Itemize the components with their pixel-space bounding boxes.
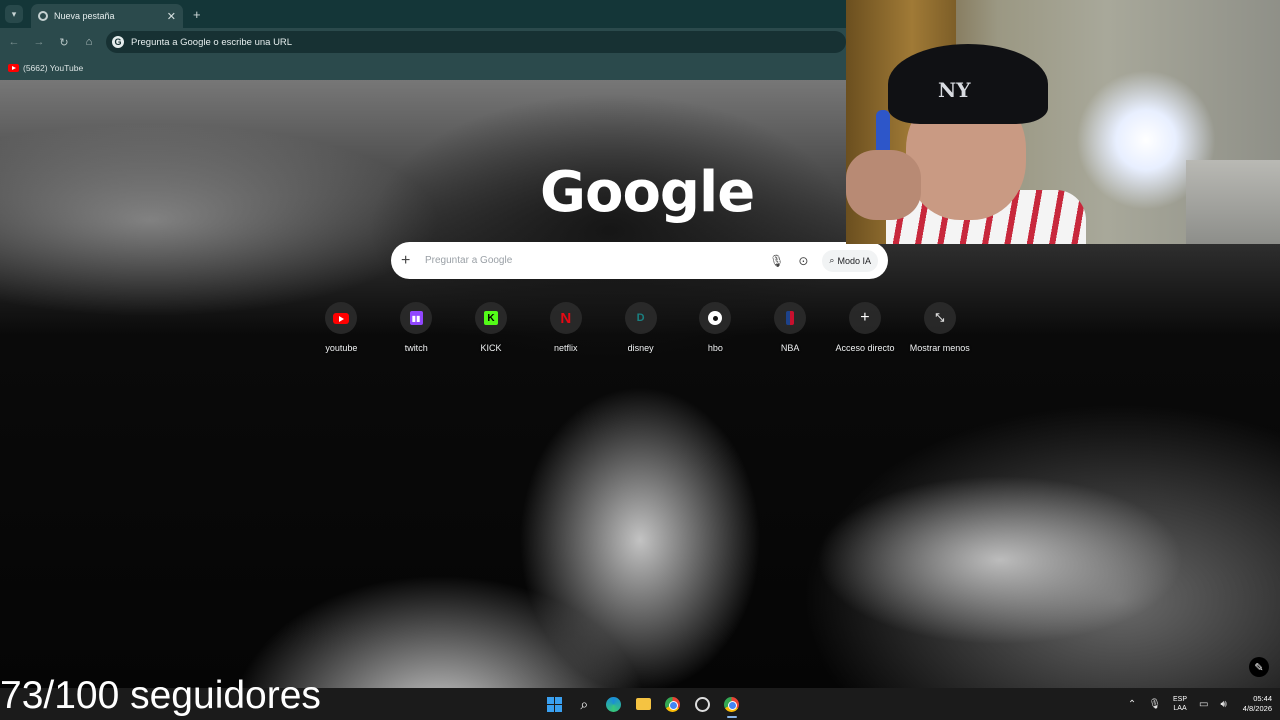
followers-counter: 73/100 seguidores (0, 674, 321, 717)
chrome-icon (665, 696, 681, 712)
ai-mode-label: Modo IA (837, 255, 871, 266)
home-icon[interactable]: ⌂ (78, 36, 100, 48)
youtube-icon (333, 312, 350, 324)
bookmarks-bar: (5662) YouTube (0, 56, 846, 80)
search-box[interactable]: + Preguntar a Google 🎙︎ ⊙ ⌕ Modo IA (391, 242, 888, 279)
chrome-icon (724, 696, 740, 712)
shortcut-label: youtube (325, 343, 358, 353)
search-sparkle-icon: ⌕ (829, 255, 835, 265)
shortcut-tile[interactable]: + (848, 302, 881, 334)
clock[interactable]: 05:44 4/8/2026 (1243, 694, 1272, 714)
collapse-icon: ⤡ (935, 311, 945, 324)
shortcut-youtube[interactable]: youtube (304, 302, 379, 353)
shortcut-disney[interactable]: D disney (603, 302, 678, 353)
shortcut-tile[interactable]: N (549, 302, 582, 334)
shortcut-netflix[interactable]: N netflix (528, 302, 603, 353)
shortcut-label: NBA (780, 343, 800, 353)
netflix-icon: N (560, 309, 572, 327)
windows-logo-icon (547, 696, 563, 712)
taskbar-obs[interactable] (688, 692, 718, 716)
taskbar-file-explorer[interactable] (629, 692, 659, 716)
taskbar-apps: ⌕ (540, 692, 747, 718)
plus-icon[interactable]: + (401, 252, 421, 270)
taskbar-chrome-active[interactable] (717, 692, 747, 718)
edge-icon (606, 696, 622, 712)
taskbar-chrome[interactable] (658, 692, 688, 716)
search-input[interactable]: Preguntar a Google (425, 255, 769, 266)
shortcut-label: disney (627, 343, 654, 353)
system-tray: ⌃ 🎙︎ ESP LAA ▭ 🔊︎ 05:44 4/8/2026 (1122, 692, 1272, 716)
shortcut-label: Acceso directo (835, 343, 895, 353)
twitch-icon: ▮▮ (409, 311, 423, 325)
tab-search-button[interactable]: ▾ (5, 5, 23, 23)
new-tab-button[interactable]: + (193, 7, 201, 22)
shortcut-tile[interactable]: K (474, 302, 507, 334)
tab-title: Nueva pestaña (54, 11, 115, 21)
start-button[interactable] (540, 692, 570, 716)
shortcut-twitch[interactable]: ▮▮ twitch (379, 302, 454, 353)
hbo-icon (708, 311, 723, 325)
obs-icon (694, 696, 710, 712)
shortcut-show-less[interactable]: ⤡ Mostrar menos (902, 302, 977, 353)
shortcut-tile[interactable]: ⤡ (923, 302, 956, 334)
search-icon: ⌕ (580, 695, 589, 712)
clock-date: 4/8/2026 (1242, 704, 1272, 713)
bookmark-youtube[interactable]: (5662) YouTube (23, 63, 83, 73)
google-logo: Google (540, 160, 755, 225)
pencil-icon: ✎ (1254, 661, 1264, 674)
clock-time: 05:44 (1253, 694, 1272, 703)
reload-icon[interactable]: ↻ (53, 36, 75, 49)
address-bar[interactable]: G Pregunta a Google o escribe una URL (106, 31, 846, 53)
nba-icon (786, 311, 795, 325)
volume-icon[interactable]: 🔊︎ (1220, 699, 1226, 710)
shortcut-tile[interactable] (325, 302, 358, 334)
browser-toolbar: ← → ↻ ⌂ G Pregunta a Google o escribe un… (0, 28, 846, 56)
shortcut-tile[interactable]: D (624, 302, 657, 334)
microphone-icon[interactable]: 🎙︎ (1148, 699, 1161, 710)
shortcut-label: hbo (707, 343, 723, 353)
webcam-hand (846, 150, 921, 220)
close-icon[interactable]: ✕ (167, 10, 176, 23)
webcam-bed (1186, 160, 1280, 244)
shortcut-nba[interactable]: NBA (753, 302, 828, 353)
keyboard-layout: LAA (1173, 705, 1187, 712)
address-bar-placeholder: Pregunta a Google o escribe una URL (131, 36, 293, 48)
language-code: ESP (1173, 696, 1188, 703)
webcam-overlay: NY (846, 0, 1280, 244)
disney-icon: D (636, 312, 645, 324)
shortcut-label: KICK (480, 343, 502, 353)
browser-titlebar: ▾ Nueva pestaña ✕ + (0, 0, 846, 28)
forward-icon[interactable]: → (28, 36, 50, 48)
back-icon[interactable]: ← (3, 36, 25, 48)
lens-icon[interactable]: ⊙ (798, 254, 808, 268)
shortcut-hbo[interactable]: hbo (678, 302, 753, 353)
shortcut-label: netflix (554, 343, 578, 353)
chevron-up-icon[interactable]: ⌃ (1128, 699, 1136, 710)
shortcut-add[interactable]: + Acceso directo (828, 302, 903, 353)
browser-tab[interactable]: Nueva pestaña ✕ (31, 4, 183, 28)
network-icon[interactable]: ▭ (1199, 699, 1208, 710)
shortcut-label: twitch (404, 343, 428, 353)
shortcut-label: Mostrar menos (909, 343, 970, 353)
google-g-icon: G (112, 36, 124, 48)
cap-logo-icon: NY (938, 78, 971, 102)
language-indicator[interactable]: ESP LAA (1173, 695, 1187, 713)
shortcut-tile[interactable] (774, 302, 807, 334)
taskbar-edge[interactable] (599, 692, 629, 716)
ai-mode-button[interactable]: ⌕ Modo IA (822, 249, 878, 272)
kick-icon: K (483, 311, 498, 325)
chevron-down-icon: ▾ (11, 8, 17, 19)
shortcuts-grid: youtube ▮▮ twitch K KICK N netflix D dis… (304, 302, 977, 353)
shortcut-tile[interactable]: ▮▮ (400, 302, 433, 334)
customize-pencil-button[interactable]: ✎ (1249, 657, 1269, 677)
microphone-icon[interactable]: 🎙︎ (769, 254, 784, 268)
shortcut-tile[interactable] (699, 302, 732, 334)
folder-icon (635, 698, 651, 710)
plus-icon: + (860, 309, 870, 326)
chrome-icon (38, 11, 48, 21)
youtube-icon (8, 64, 19, 72)
shortcut-kick[interactable]: K KICK (454, 302, 529, 353)
taskbar-search-button[interactable]: ⌕ (570, 692, 600, 716)
